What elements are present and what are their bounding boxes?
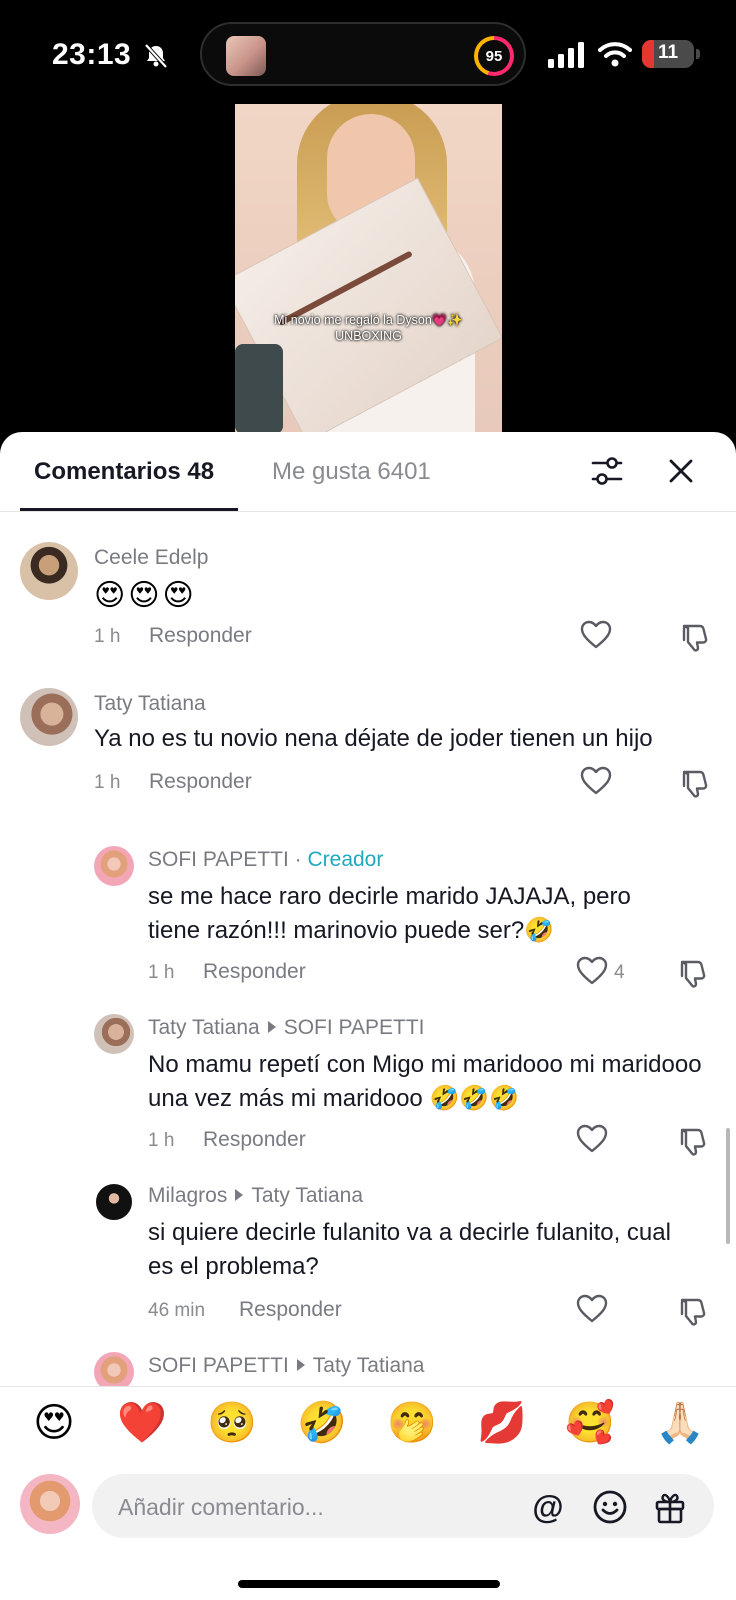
comment-time: 1 h <box>148 1130 175 1151</box>
my-avatar <box>20 1474 80 1534</box>
comment-input[interactable]: Añadir comentario... @ <box>92 1474 714 1538</box>
comment-text: No mamu repetí con Migo mi maridooo mi m… <box>148 1051 702 1112</box>
comment-text: 😍😍😍 <box>94 579 197 612</box>
comment-author[interactable]: Taty Tatiana <box>94 692 206 716</box>
comment-time: 1 h <box>148 962 175 983</box>
reply-button[interactable]: Responder <box>203 960 306 984</box>
reply-button[interactable]: Responder <box>203 1128 306 1152</box>
emoji-hand-over-mouth[interactable]: 🤭 <box>386 1397 438 1449</box>
emoji-kiss-mark[interactable]: 💋 <box>476 1397 528 1449</box>
comment-text: Ya no es tu novio nena déjate de joder t… <box>94 725 653 752</box>
reply-to-author[interactable]: Taty Tatiana <box>251 1184 363 1207</box>
like-count: 4 <box>614 962 625 983</box>
dislike-icon[interactable] <box>680 768 710 798</box>
avatar[interactable] <box>20 688 78 746</box>
activity-ring-value: 95 <box>478 40 510 72</box>
dislike-icon[interactable] <box>680 622 710 652</box>
close-icon[interactable] <box>664 454 698 488</box>
dislike-icon[interactable] <box>678 1126 708 1156</box>
comment-author-line: SOFI PAPETTI Taty Tatiana <box>148 1354 424 1378</box>
scrollbar[interactable] <box>726 1128 730 1244</box>
filter-icon[interactable] <box>590 454 624 488</box>
home-indicator[interactable] <box>238 1580 500 1588</box>
comment-time: 1 h <box>94 772 121 793</box>
tab-active-indicator <box>20 508 238 511</box>
comment-text: si quiere decirle fulanito va a decirle … <box>148 1219 671 1280</box>
comment-author-line: SOFI PAPETTI · Creador <box>148 848 383 872</box>
comment-author[interactable]: Ceele Edelp <box>94 546 208 570</box>
battery-icon: 11 <box>642 40 694 68</box>
video-caption: Mi novio me regaló la Dyson💗✨ UNBOXING <box>235 312 502 344</box>
reply-arrow-icon <box>296 1359 305 1372</box>
activity-ring: 95 <box>474 36 514 76</box>
gift-icon[interactable] <box>652 1489 688 1525</box>
comment-author[interactable]: SOFI PAPETTI <box>148 1354 289 1377</box>
emoji-folded-hands[interactable]: 🙏🏻 <box>654 1397 706 1449</box>
at-icon[interactable]: @ <box>530 1489 566 1525</box>
dynamic-island[interactable]: 95 <box>200 22 526 86</box>
reply-arrow-icon <box>235 1189 244 1202</box>
reply-button[interactable]: Responder <box>239 1298 342 1322</box>
status-time: 23:13 <box>52 38 132 71</box>
video-caption-line2: UNBOXING <box>335 329 402 343</box>
video-caption-line1: Mi novio me regaló la Dyson💗✨ <box>274 313 463 327</box>
avatar[interactable] <box>20 542 78 600</box>
dislike-icon[interactable] <box>678 1296 708 1326</box>
emoji-smiling-hearts[interactable]: 🥰 <box>564 1397 616 1449</box>
creator-badge: Creador <box>307 848 384 871</box>
reply-button[interactable]: Responder <box>149 770 252 794</box>
video-preview[interactable]: Mi novio me regaló la Dyson💗✨ UNBOXING <box>235 104 502 434</box>
comment-time: 1 h <box>94 626 121 647</box>
comment-author-line: Milagros Taty Tatiana <box>148 1184 363 1208</box>
comment-author[interactable]: SOFI PAPETTI <box>148 848 289 871</box>
separator: · <box>294 848 302 871</box>
emoji-rofl[interactable]: 🤣 <box>296 1397 348 1449</box>
heart-icon[interactable] <box>576 956 608 986</box>
reply-to-author[interactable]: SOFI PAPETTI <box>284 1016 425 1039</box>
battery-percent: 11 <box>657 42 679 63</box>
smile-icon[interactable] <box>592 1489 628 1525</box>
emoji-pleading[interactable]: 🥺 <box>206 1397 258 1449</box>
battery-cap <box>696 49 700 59</box>
tab-likes[interactable]: Me gusta 6401 <box>272 458 431 486</box>
avatar[interactable] <box>94 1014 134 1054</box>
heart-icon[interactable] <box>580 620 612 650</box>
comment-author[interactable]: Milagros <box>148 1184 227 1207</box>
comment-input-placeholder: Añadir comentario... <box>118 1494 324 1520</box>
reply-button[interactable]: Responder <box>149 624 252 648</box>
heart-icon[interactable] <box>576 1294 608 1324</box>
heart-icon[interactable] <box>576 1124 608 1154</box>
bell-slash-icon <box>144 43 168 69</box>
reply-to-author[interactable]: Taty Tatiana <box>313 1354 425 1377</box>
wifi-icon <box>598 42 632 67</box>
emoji-red-heart[interactable]: ❤️ <box>116 1397 168 1449</box>
comment-text: se me hace raro decirle marido JAJAJA, p… <box>148 883 631 944</box>
dislike-icon[interactable] <box>678 958 708 988</box>
video-product-dryer <box>235 344 283 434</box>
live-activity-thumbnail <box>226 36 266 76</box>
comment-author-line: Taty Tatiana SOFI PAPETTI <box>148 1016 424 1040</box>
signal-icon <box>548 42 584 68</box>
quick-emoji-bar: 😍 ❤️ 🥺 🤣 🤭 💋 🥰 🙏🏻 <box>0 1386 736 1458</box>
comment-composer: Añadir comentario... @ <box>0 1458 736 1600</box>
avatar[interactable] <box>94 846 134 886</box>
comment-time: 46 min <box>148 1300 206 1321</box>
emoji-heart-eyes[interactable]: 😍 <box>28 1397 80 1449</box>
reply-arrow-icon <box>267 1021 276 1034</box>
heart-icon[interactable] <box>580 766 612 796</box>
avatar[interactable] <box>94 1182 134 1222</box>
comment-author[interactable]: Taty Tatiana <box>148 1016 260 1039</box>
tab-comments[interactable]: Comentarios 48 <box>34 458 214 486</box>
comments-tabs: Comentarios 48 Me gusta 6401 <box>0 432 736 512</box>
